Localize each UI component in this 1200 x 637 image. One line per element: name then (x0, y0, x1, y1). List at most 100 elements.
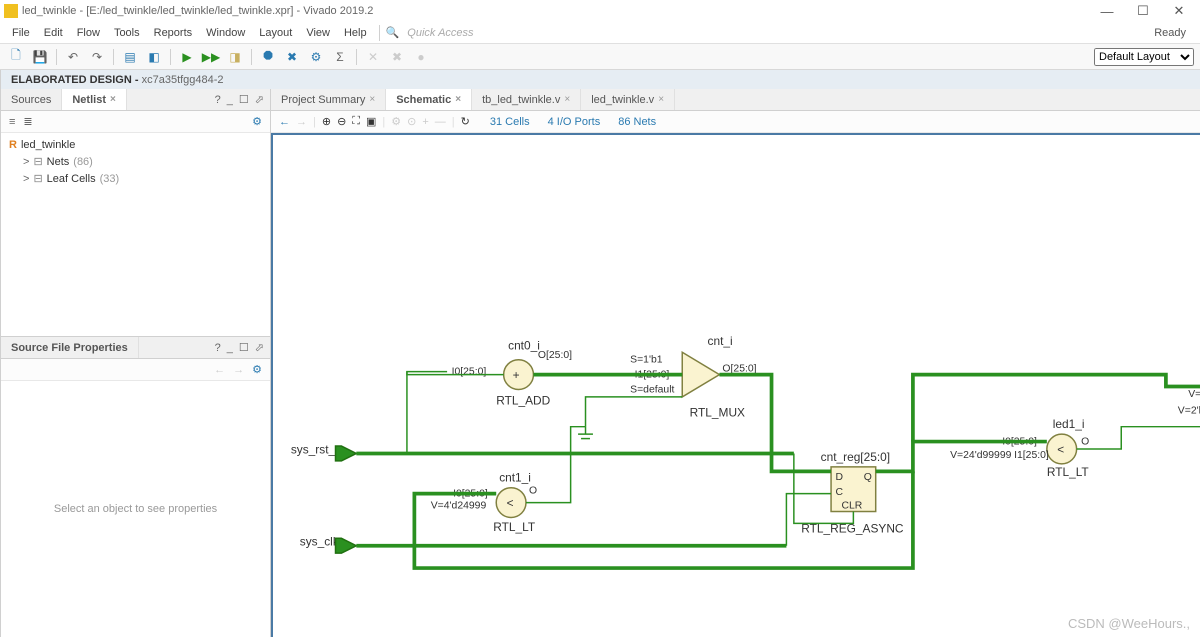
close-icon[interactable]: × (455, 94, 461, 105)
menu-view[interactable]: View (300, 25, 336, 41)
menu-flow[interactable]: Flow (71, 25, 106, 41)
redo-icon[interactable]: ↷ (87, 47, 107, 67)
svg-text:RTL_MUX: RTL_MUX (690, 405, 745, 419)
menu-help[interactable]: Help (338, 25, 373, 41)
new-icon[interactable]: 🗋 (6, 47, 26, 67)
menubar: File Edit Flow Tools Reports Window Layo… (0, 22, 1200, 44)
gear-icon[interactable]: ⚙ (391, 115, 401, 128)
close-button[interactable]: ✕ (1162, 1, 1196, 21)
settings-icon[interactable]: ⚙ (306, 47, 326, 67)
svg-text:I0[25:0]: I0[25:0] (452, 367, 487, 378)
cells-link[interactable]: 31 Cells (490, 116, 530, 128)
plus-icon[interactable]: + (422, 116, 428, 128)
tree-icon[interactable]: ▤ (120, 47, 140, 67)
nets-link[interactable]: 86 Nets (618, 116, 656, 128)
tree-nets[interactable]: > ⊟ Nets (86) (9, 153, 262, 170)
svg-text:RTL_ADD: RTL_ADD (496, 393, 550, 407)
close-icon[interactable]: × (369, 94, 375, 105)
netlist-panel: Sources Netlist× ? _ ☐ ⬀ ≡ ≣ ⚙ (1, 89, 270, 337)
collapse-all-icon[interactable]: ≡ (9, 116, 15, 128)
svg-text:O[25:0]: O[25:0] (538, 350, 572, 361)
svg-text:CLR: CLR (841, 501, 862, 512)
help-icon[interactable]: ? (215, 342, 221, 354)
svg-text:cnt_reg[25:0]: cnt_reg[25:0] (821, 450, 890, 464)
elab-label: ELABORATED DESIGN (11, 74, 132, 86)
svg-text:led1_i: led1_i (1053, 417, 1085, 431)
menu-edit[interactable]: Edit (38, 25, 69, 41)
zoom-area-icon[interactable]: ▣ (366, 115, 376, 128)
app-icon (4, 4, 18, 18)
svg-text:Q: Q (864, 472, 872, 483)
tab-tb-led-twinkle[interactable]: tb_led_twinkle.v× (472, 89, 581, 110)
maximize-button[interactable]: ☐ (1126, 1, 1160, 21)
elaborated-design-bar: ELABORATED DESIGN - xc7a35tfgg484-2 ? ✕ (1, 70, 1200, 89)
svg-text:sys_rst_n: sys_rst_n (291, 442, 342, 456)
svg-text:I1[25:0]: I1[25:0] (1014, 450, 1049, 461)
svg-text:V=2'b01 S=1'b1: V=2'b01 S=1'b1 (1188, 389, 1200, 400)
tree-root[interactable]: R led_twinkle (9, 137, 262, 153)
gear-icon[interactable]: ⚙ (252, 363, 262, 376)
layout-selector[interactable]: Default Layout (1094, 48, 1194, 66)
minimize-icon[interactable]: _ (227, 342, 233, 354)
expand-all-icon[interactable]: ≣ (23, 115, 32, 128)
chip-icon[interactable]: ◨ (225, 47, 245, 67)
float-icon[interactable]: ⬀ (255, 93, 264, 106)
undo-icon[interactable]: ↶ (63, 47, 83, 67)
tab-sources[interactable]: Sources (1, 89, 62, 110)
svg-text:<: < (507, 496, 514, 510)
menu-file[interactable]: File (6, 25, 36, 41)
svg-text:V=24'd99999: V=24'd99999 (950, 450, 1012, 461)
gear-icon[interactable]: ⚙ (252, 115, 262, 128)
menu-layout[interactable]: Layout (253, 25, 298, 41)
x1-icon[interactable]: ✕ (363, 47, 383, 67)
close-icon[interactable]: × (110, 94, 116, 105)
tab-project-summary[interactable]: Project Summary× (271, 89, 386, 110)
stop-icon[interactable]: ⯃ (258, 47, 278, 67)
zoom-fit-icon[interactable]: ⛶ (352, 115, 360, 128)
svg-text:RTL_LT: RTL_LT (1047, 465, 1089, 479)
quick-access-field[interactable]: Quick Access (401, 27, 473, 39)
expand-icon[interactable]: ⊙ (407, 115, 416, 128)
svg-text:cnt0_i: cnt0_i (508, 338, 540, 352)
maximize-icon[interactable]: ☐ (239, 93, 249, 106)
back-icon[interactable]: ← (214, 364, 225, 376)
tab-schematic[interactable]: Schematic× (386, 89, 472, 110)
help-icon[interactable]: ? (215, 94, 221, 106)
svg-text:S=1'b1: S=1'b1 (630, 355, 663, 366)
window-title: led_twinkle - [E:/led_twinkle/led_twinkl… (22, 5, 1090, 17)
svg-text:sys_clk: sys_clk (300, 535, 339, 549)
svg-text:D: D (836, 472, 844, 483)
zoom-in-icon[interactable]: ⊕ (322, 115, 331, 128)
tree-leafcells[interactable]: > ⊟ Leaf Cells (33) (9, 170, 262, 187)
schematic-canvas[interactable]: .wire{stroke:#2a9020;stroke-width:1;fill… (271, 133, 1200, 637)
menu-reports[interactable]: Reports (148, 25, 199, 41)
maximize-icon[interactable]: ☐ (239, 341, 249, 354)
tab-led-twinkle[interactable]: led_twinkle.v× (581, 89, 675, 110)
play-step-icon[interactable]: ▶▶ (201, 47, 221, 67)
svg-text:S=default: S=default (630, 384, 674, 395)
close-icon[interactable]: × (564, 94, 570, 105)
minimize-button[interactable]: — (1090, 1, 1124, 21)
minimize-icon[interactable]: _ (227, 94, 233, 106)
menu-window[interactable]: Window (200, 25, 251, 41)
back-icon[interactable]: ← (279, 116, 290, 128)
svg-text:+: + (513, 368, 520, 382)
save-icon[interactable]: 💾 (30, 47, 50, 67)
sigma-icon[interactable]: Σ (330, 47, 350, 67)
tab-netlist[interactable]: Netlist× (62, 89, 126, 110)
ports-link[interactable]: 4 I/O Ports (548, 116, 601, 128)
x2-icon[interactable]: ✖ (387, 47, 407, 67)
menu-tools[interactable]: Tools (108, 25, 146, 41)
close-icon[interactable]: × (658, 94, 664, 105)
minus-icon[interactable]: — (435, 116, 446, 128)
play-icon[interactable]: ▶ (177, 47, 197, 67)
dot-icon[interactable]: ● (411, 47, 431, 67)
cube-icon[interactable]: ◧ (144, 47, 164, 67)
forward-icon[interactable]: → (233, 364, 244, 376)
zoom-out-icon[interactable]: ⊖ (337, 115, 346, 128)
forward-icon[interactable]: → (296, 116, 307, 128)
refresh-icon[interactable]: ↻ (461, 115, 470, 128)
svg-text:V=2'b10 S=default: V=2'b10 S=default (1178, 405, 1200, 416)
float-icon[interactable]: ⬀ (255, 341, 264, 354)
cancel-icon[interactable]: ✖ (282, 47, 302, 67)
